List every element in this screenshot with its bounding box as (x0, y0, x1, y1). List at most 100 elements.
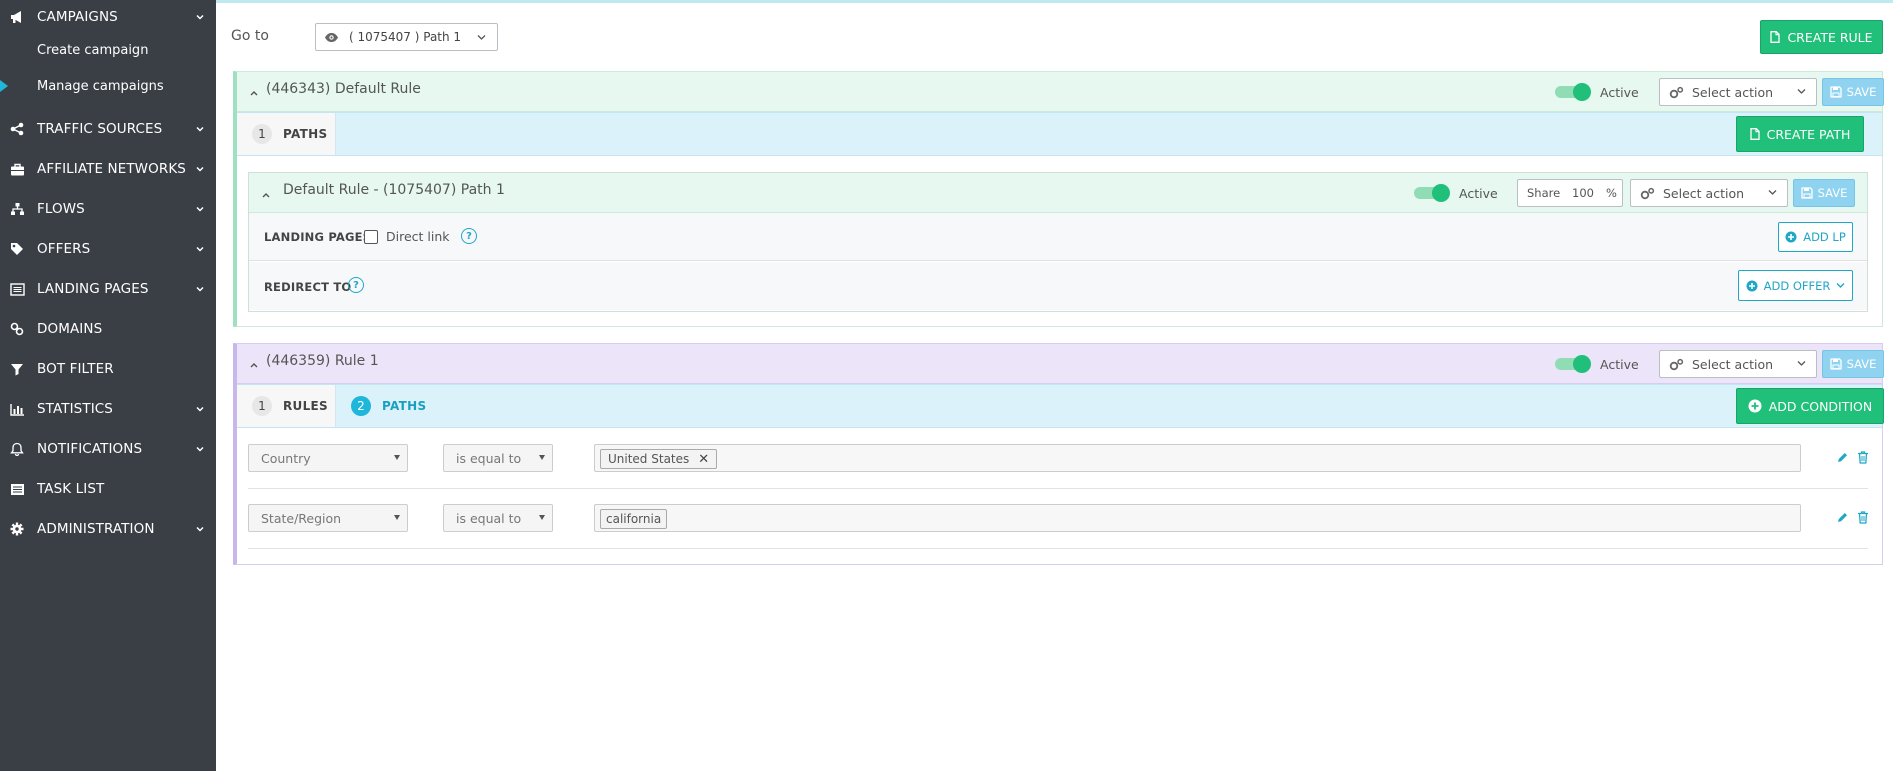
add-offer-label: ADD OFFER (1763, 278, 1831, 293)
path-active-label: Active (1459, 186, 1498, 201)
condition-operator-select[interactable]: is equal to (443, 504, 553, 532)
pencil-icon[interactable] (1836, 451, 1849, 464)
help-icon[interactable]: ? (348, 277, 364, 293)
goto-select-value: ( 1075407 ) Path 1 (349, 30, 462, 44)
share-label: Share (1527, 186, 1561, 200)
add-offer-button[interactable]: ADD OFFER (1738, 270, 1853, 301)
help-icon[interactable]: ? (461, 228, 477, 244)
sidebar-item-label: NOTIFICATIONS (37, 441, 143, 457)
path-title: Default Rule - (1075407) Path 1 (283, 182, 505, 198)
default-rule-header: (446343) Default Rule Active Select acti… (237, 72, 1884, 112)
sidebar-item-notifications[interactable]: NOTIFICATIONS (0, 432, 216, 466)
toggle-knob (1573, 355, 1591, 373)
chevron-up-icon[interactable] (249, 88, 259, 98)
create-rule-button[interactable]: CREATE RULE (1760, 20, 1883, 54)
trash-icon[interactable] (1857, 511, 1869, 524)
tag-text: United States (608, 452, 690, 466)
sidebar-item-domains[interactable]: DOMAINS (0, 312, 216, 346)
condition-field-select[interactable]: Country (248, 444, 408, 472)
sidebar-item-task-list[interactable]: TASK LIST (0, 472, 216, 506)
rule1-panel: (446359) Rule 1 Active Select action SAV… (233, 343, 1884, 565)
active-indicator (0, 80, 8, 92)
chevron-down-icon (196, 246, 204, 252)
chevron-down-icon (1797, 89, 1806, 94)
condition-value-input[interactable]: california (594, 504, 1801, 532)
sidebar-item-bot-filter[interactable]: BOT FILTER (0, 352, 216, 386)
rule1-action-select[interactable]: Select action (1659, 350, 1817, 378)
tab-paths[interactable]: 2 PATHS (351, 385, 441, 427)
main-content: Go to ( 1075407 ) Path 1 CREATE RULE (44… (216, 0, 1893, 771)
tab-label: RULES (283, 399, 328, 413)
chevron-down-icon (196, 166, 204, 172)
sidebar-item-flows[interactable]: FLOWS (0, 192, 216, 226)
sidebar-item-statistics[interactable]: STATISTICS (0, 392, 216, 426)
sidebar-item-administration[interactable]: ADMINISTRATION (0, 512, 216, 546)
megaphone-icon (9, 9, 25, 25)
tab-paths[interactable]: 1 PATHS (237, 113, 336, 155)
path-panel: Default Rule - (1075407) Path 1 Active S… (248, 172, 1868, 312)
rule1-active-toggle[interactable] (1555, 355, 1591, 373)
condition-value-input[interactable]: United States ✕ (594, 444, 1801, 472)
path-save-button[interactable]: SAVE (1793, 179, 1855, 207)
chevron-up-icon[interactable] (261, 190, 271, 200)
sidebar-item-label: CAMPAIGNS (37, 9, 118, 25)
trash-icon[interactable] (1857, 451, 1869, 464)
share-field[interactable]: Share 100 % (1517, 179, 1623, 207)
sidebar-item-offers[interactable]: OFFERS (0, 232, 216, 266)
condition-field-select[interactable]: State/Region (248, 504, 408, 532)
tab-number: 1 (252, 396, 272, 416)
chevron-down-icon (477, 35, 486, 40)
condition-divider (248, 488, 1868, 489)
sidebar-item-label: TASK LIST (37, 481, 105, 497)
caret-down-icon (539, 455, 545, 460)
sidebar-subitem-label: Create campaign (37, 42, 149, 58)
action-select-placeholder: Select action (1692, 84, 1774, 100)
floppy-icon (1829, 358, 1842, 370)
rule1-save-button[interactable]: SAVE (1822, 350, 1884, 378)
sidebar-item-traffic-sources[interactable]: TRAFFIC SOURCES (0, 112, 216, 146)
condition-operator-select[interactable]: is equal to (443, 444, 553, 472)
gears-icon (1669, 358, 1684, 371)
sidebar-item-landing-pages[interactable]: LANDING PAGES (0, 272, 216, 306)
save-label: SAVE (1846, 357, 1877, 371)
value-tag: california (600, 509, 668, 529)
action-select-placeholder: Select action (1663, 185, 1745, 201)
default-rule-save-button[interactable]: SAVE (1822, 78, 1884, 106)
landing-pages-row: LANDING PAGES Direct link ? ADD LP (249, 213, 1867, 261)
chevron-up-icon[interactable] (249, 360, 259, 370)
file-icon (1749, 128, 1760, 140)
add-lp-button[interactable]: ADD LP (1778, 222, 1853, 252)
sidebar-item-affiliate-networks[interactable]: AFFILIATE NETWORKS (0, 152, 216, 186)
add-condition-label: ADD CONDITION (1768, 398, 1873, 414)
create-path-button[interactable]: CREATE PATH (1736, 116, 1864, 152)
default-rule-active-toggle[interactable] (1555, 83, 1591, 101)
rule1-active-label: Active (1600, 357, 1639, 372)
chevron-down-icon (1836, 283, 1845, 288)
sidebar-subitem-create-campaign[interactable]: Create campaign (0, 35, 216, 65)
direct-link-checkbox[interactable] (364, 230, 378, 244)
sidebar-subitem-manage-campaigns[interactable]: Manage campaigns (0, 71, 216, 101)
tab-rules[interactable]: 1 RULES (237, 385, 336, 427)
caret-down-icon (539, 515, 545, 520)
floppy-icon (1800, 187, 1813, 199)
gears-icon (1669, 86, 1684, 99)
sidebar-item-campaigns[interactable]: CAMPAIGNS (0, 0, 216, 34)
tags-icon (9, 241, 25, 257)
remove-tag-icon[interactable]: ✕ (698, 452, 709, 467)
add-condition-button[interactable]: ADD CONDITION (1736, 388, 1884, 424)
path-active-toggle[interactable] (1414, 184, 1450, 202)
goto-path-select[interactable]: ( 1075407 ) Path 1 (315, 23, 498, 51)
pencil-icon[interactable] (1836, 511, 1849, 524)
sidebar: CAMPAIGNS Create campaign Manage campaig… (0, 0, 216, 771)
default-rule-action-select[interactable]: Select action (1659, 78, 1817, 106)
condition-field-value: State/Region (261, 510, 342, 526)
default-rule-title: (446343) Default Rule (266, 81, 421, 97)
create-rule-label: CREATE RULE (1787, 29, 1873, 45)
save-label: SAVE (1817, 186, 1848, 200)
condition-field-value: Country (261, 450, 311, 466)
file-icon (1770, 31, 1781, 43)
chevron-down-icon (196, 126, 204, 132)
path-action-select[interactable]: Select action (1630, 179, 1788, 207)
sidebar-subitem-label: Manage campaigns (37, 78, 164, 94)
sitemap-icon (9, 201, 25, 217)
